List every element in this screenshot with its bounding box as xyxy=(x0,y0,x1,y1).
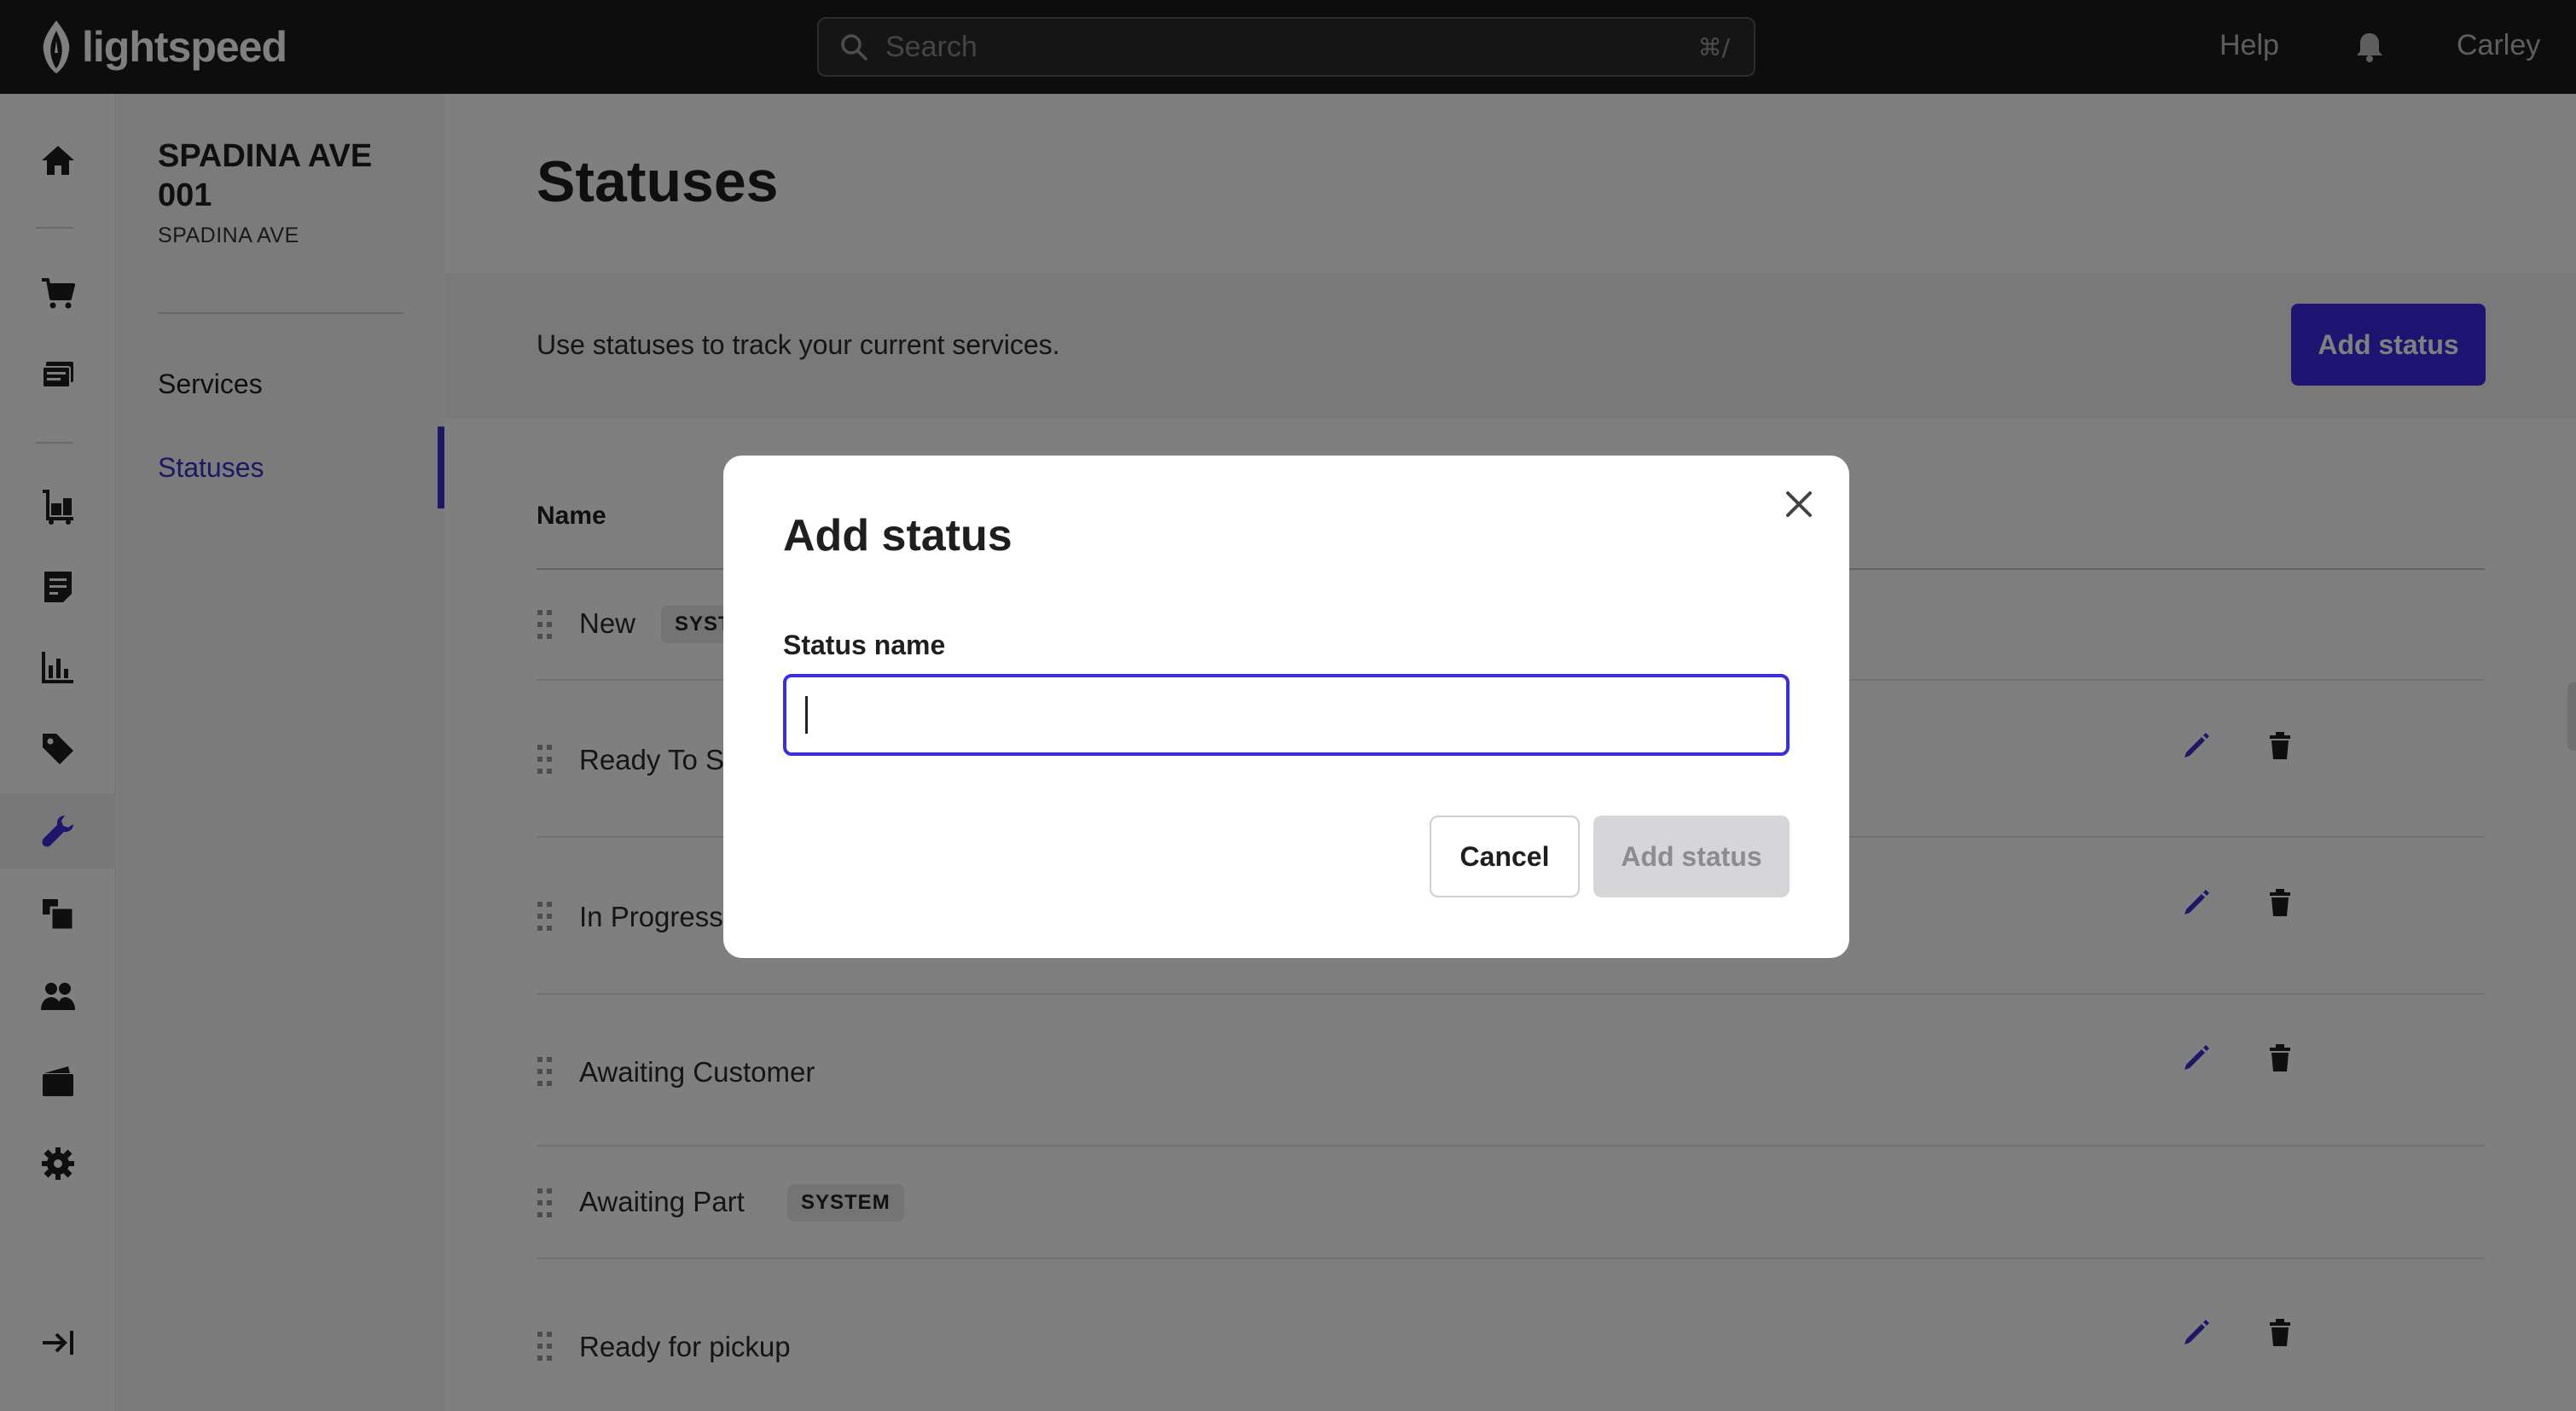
status-name-label: Status name xyxy=(783,630,946,660)
add-status-dialog: Add status Status name Cancel Add status xyxy=(723,456,1849,958)
cancel-button[interactable]: Cancel xyxy=(1430,816,1580,897)
status-name-field[interactable] xyxy=(783,674,1790,756)
submit-add-status-button[interactable]: Add status xyxy=(1593,816,1790,897)
close-icon[interactable] xyxy=(1779,485,1819,524)
text-caret xyxy=(805,696,808,734)
dialog-title: Add status xyxy=(783,511,1012,560)
